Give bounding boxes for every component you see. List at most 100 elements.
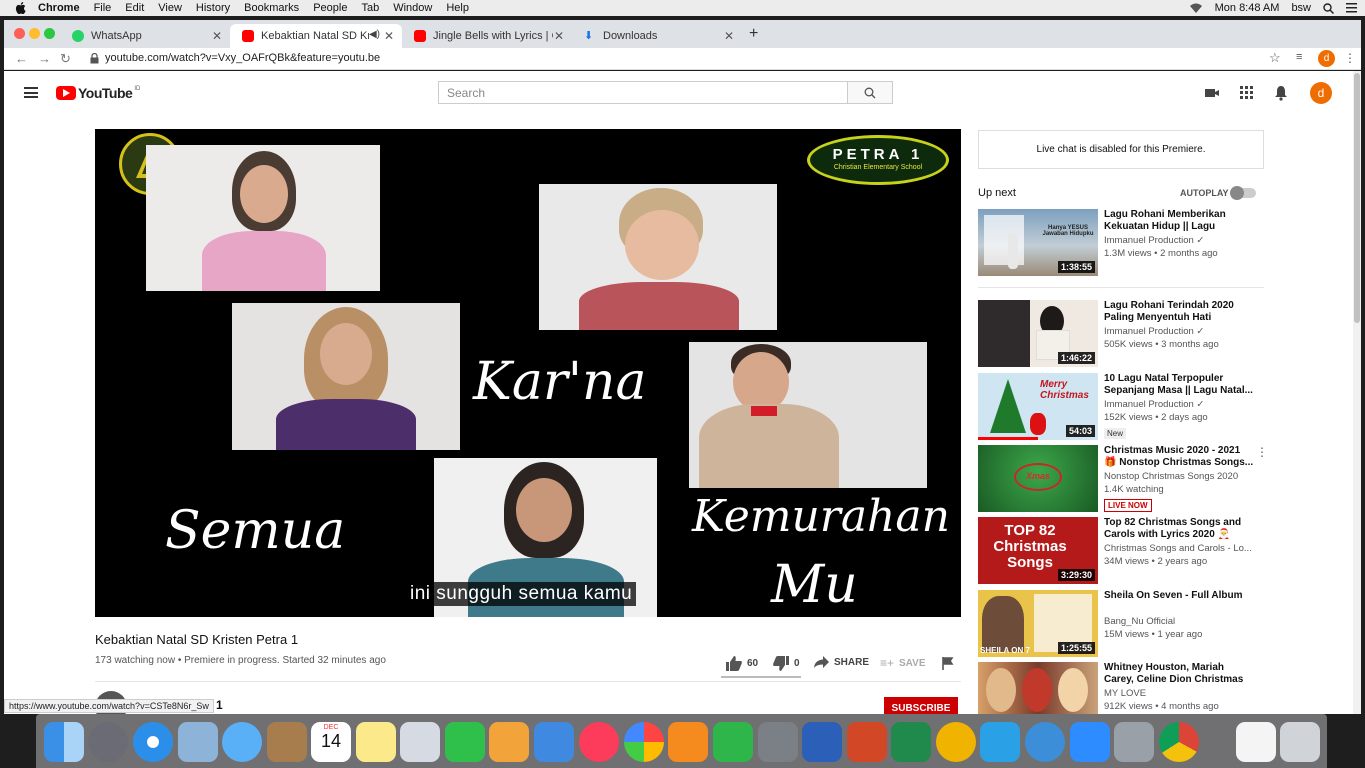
spotlight-search-icon[interactable] [1323, 2, 1334, 14]
channel-name-partial[interactable]: 1 [216, 698, 223, 712]
video-title[interactable]: Sheila On Seven - Full Album [1104, 590, 1254, 613]
back-icon[interactable]: ← [15, 51, 28, 66]
video-player[interactable]: PETRA 1 Christian Elementary School Kar'… [95, 129, 961, 617]
facetime-icon[interactable] [445, 722, 485, 762]
close-icon[interactable]: ✕ [212, 29, 222, 43]
search-button[interactable] [847, 81, 893, 104]
music-icon[interactable] [579, 722, 619, 762]
more-options-icon[interactable]: ⋮ [1256, 445, 1268, 459]
youtube-logo[interactable]: YouTube ID [56, 85, 140, 101]
menu-file[interactable]: File [94, 2, 112, 14]
launchpad-rocket-icon[interactable] [88, 722, 128, 762]
close-icon[interactable]: ✕ [384, 29, 394, 43]
close-icon[interactable]: ✕ [554, 29, 564, 43]
channel-name[interactable]: Immanuel Production ✓ [1104, 235, 1254, 246]
window-zoom-button[interactable] [44, 28, 55, 39]
video-thumbnail[interactable]: SHEILA ON 7 1:25:55 [978, 590, 1098, 657]
menu-view[interactable]: View [158, 2, 182, 14]
video-thumbnail[interactable]: Xmas [978, 445, 1098, 512]
help-question-icon[interactable] [1114, 722, 1154, 762]
channel-name[interactable]: Nonstop Christmas Songs 2020 [1104, 471, 1254, 482]
up-next-video[interactable]: Xmas Christmas Music 2020 - 2021 🎁 Nonst… [978, 445, 1268, 513]
channel-name[interactable]: Christmas Songs and Carols - Lo... [1104, 543, 1254, 554]
safari-compass-icon[interactable] [133, 722, 173, 762]
chrome-menu-icon[interactable]: ⋮ [1344, 51, 1356, 65]
menu-edit[interactable]: Edit [125, 2, 144, 14]
wifi-icon[interactable] [1189, 3, 1203, 14]
menu-history[interactable]: History [196, 2, 230, 14]
menubar-user[interactable]: bsw [1291, 2, 1311, 14]
trash-icon[interactable] [1280, 722, 1320, 762]
contacts-book-icon[interactable] [267, 722, 307, 762]
up-next-video[interactable]: Whitney Houston, Mariah Carey, Celine Di… [978, 662, 1268, 714]
save-button[interactable]: ≡+ SAVE [880, 656, 926, 670]
window-close-button[interactable] [14, 28, 25, 39]
calendar-icon[interactable]: DEC 14 [311, 722, 351, 762]
video-title[interactable]: Top 82 Christmas Songs and Carols with L… [1104, 517, 1254, 540]
numbers-icon[interactable] [713, 722, 753, 762]
video-title[interactable]: 10 Lagu Natal Terpopuler Sepanjang Masa … [1104, 373, 1254, 396]
video-thumbnail[interactable]: Hanya YESUS Jawaban Hidupku 1:38:55 [978, 209, 1098, 276]
video-title[interactable]: Lagu Rohani Memberikan Kekuatan Hidup ||… [1104, 209, 1254, 232]
new-tab-button[interactable]: + [749, 25, 758, 43]
scrollbar-thumb[interactable] [1354, 73, 1360, 323]
video-title[interactable]: Christmas Music 2020 - 2021 🎁 Nonstop Ch… [1104, 445, 1254, 468]
network-globe-icon[interactable] [1025, 722, 1065, 762]
menu-people[interactable]: People [313, 2, 347, 14]
skype-icon[interactable] [980, 722, 1020, 762]
menu-app-name[interactable]: Chrome [38, 2, 80, 14]
video-thumbnail[interactable] [978, 662, 1098, 714]
share-button[interactable]: SHARE [814, 656, 869, 668]
powerpoint-icon[interactable] [847, 722, 887, 762]
menu-help[interactable]: Help [446, 2, 469, 14]
tab-kebaktian[interactable]: Kebaktian Natal SD Kristen ◀︎) ✕ [230, 24, 402, 48]
flag-icon[interactable] [942, 657, 954, 670]
keynote-icon[interactable] [534, 722, 574, 762]
create-video-icon[interactable] [1204, 85, 1220, 101]
video-title[interactable]: Lagu Rohani Terindah 2020 Paling Menyent… [1104, 300, 1254, 323]
up-next-video[interactable]: SHEILA ON 7 1:25:55 Sheila On Seven - Fu… [978, 590, 1268, 658]
forward-icon[interactable]: → [38, 51, 51, 66]
photos-icon[interactable] [624, 722, 664, 762]
up-next-video[interactable]: Merry Christmas 54:03 10 Lagu Natal Terp… [978, 373, 1268, 441]
chrome-browser-icon[interactable] [1159, 722, 1199, 762]
menu-bookmarks[interactable]: Bookmarks [244, 2, 299, 14]
menubar-clock[interactable]: Mon 8:48 AM [1215, 2, 1280, 14]
word-icon[interactable] [802, 722, 842, 762]
tab-downloads[interactable]: ⬇ Downloads ✕ [572, 24, 742, 48]
window-minimize-button[interactable] [29, 28, 40, 39]
zoom-camera-icon[interactable] [1070, 722, 1110, 762]
mail-bird-icon[interactable] [178, 722, 218, 762]
chrome-profile-avatar[interactable]: d [1318, 50, 1335, 67]
page-scrollbar[interactable] [1353, 71, 1361, 714]
url-field[interactable]: youtube.com/watch?v=Vxy_OAFrQBk&feature=… [105, 52, 380, 64]
user-avatar[interactable]: d [1310, 82, 1332, 104]
search-input[interactable]: Search [438, 81, 848, 104]
up-next-video[interactable]: Hanya YESUS Jawaban Hidupku 1:38:55 Lagu… [978, 209, 1268, 277]
channel-name[interactable]: MY LOVE [1104, 688, 1254, 699]
video-thumbnail[interactable]: TOP 82 Christmas Songs 3:29:30 [978, 517, 1098, 584]
apps-grid-icon[interactable] [1239, 85, 1255, 101]
document-file-icon[interactable] [1236, 722, 1276, 762]
subscribe-button[interactable]: SUBSCRIBE [884, 697, 958, 714]
outlook-icon[interactable] [936, 722, 976, 762]
channel-name[interactable]: Immanuel Production ✓ [1104, 326, 1254, 337]
system-preferences-gear-icon[interactable] [758, 722, 798, 762]
reload-icon[interactable]: ↻ [60, 51, 71, 67]
up-next-video[interactable]: TOP 82 Christmas Songs 3:29:30 Top 82 Ch… [978, 517, 1268, 585]
up-next-video[interactable]: 1:46:22 Lagu Rohani Terindah 2020 Paling… [978, 300, 1268, 368]
like-button[interactable]: 60 [726, 656, 758, 671]
channel-name[interactable]: Immanuel Production ✓ [1104, 399, 1254, 410]
tab-whatsapp[interactable]: WhatsApp ✕ [60, 24, 230, 48]
messages-bubble-icon[interactable] [222, 722, 262, 762]
notes-icon[interactable] [356, 722, 396, 762]
tab-jingle-bells[interactable]: Jingle Bells with Lyrics | Christ ✕ [402, 24, 572, 48]
notifications-bell-icon[interactable] [1273, 85, 1289, 101]
pages-icon[interactable] [489, 722, 529, 762]
menu-list-icon[interactable] [1346, 3, 1357, 13]
menu-tab[interactable]: Tab [361, 2, 379, 14]
video-thumbnail[interactable]: Merry Christmas 54:03 [978, 373, 1098, 440]
excel-icon[interactable] [891, 722, 931, 762]
apple-icon[interactable] [14, 2, 28, 14]
finder-icon[interactable] [44, 722, 84, 762]
